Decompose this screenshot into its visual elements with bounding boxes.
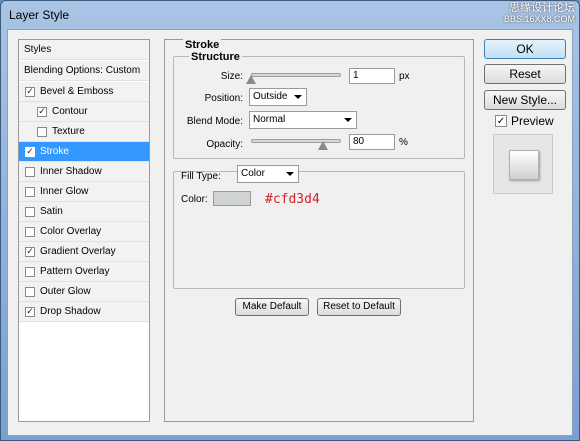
fill-fieldset: [173, 171, 465, 289]
style-item-inner-glow[interactable]: Inner Glow: [19, 182, 149, 202]
style-item-pattern-overlay[interactable]: Pattern Overlay: [19, 262, 149, 282]
position-select[interactable]: Outside: [249, 88, 307, 106]
dialog-body: Styles Blending Options: Custom ✓ Bevel &…: [7, 29, 573, 436]
styles-header[interactable]: Styles: [19, 40, 149, 60]
chevron-down-icon: [294, 95, 302, 99]
style-item-drop-shadow[interactable]: ✓ Drop Shadow: [19, 302, 149, 322]
watermark-bottom: BBS.16XX8.COM: [503, 14, 575, 24]
style-checkbox[interactable]: [25, 226, 35, 237]
style-item-bevel-and-emboss[interactable]: ✓ Bevel & Emboss: [19, 82, 149, 102]
style-checkbox[interactable]: [37, 126, 47, 137]
style-item-inner-shadow[interactable]: Inner Shadow: [19, 162, 149, 182]
color-label: Color:: [181, 194, 208, 205]
position-label: Position:: [204, 93, 243, 104]
style-item-satin[interactable]: Satin: [19, 202, 149, 222]
ok-button[interactable]: OK: [484, 39, 566, 59]
blending-options-label: Blending Options: Custom: [24, 65, 141, 76]
size-slider-thumb[interactable]: [246, 75, 256, 84]
style-item-outer-glow[interactable]: Outer Glow: [19, 282, 149, 302]
blend-mode-select[interactable]: Normal: [249, 111, 357, 129]
style-preview: [493, 134, 553, 194]
opacity-label: Opacity:: [206, 139, 243, 150]
style-item-label: Contour: [52, 106, 88, 117]
window-title: Layer Style: [9, 8, 70, 22]
style-item-label: Outer Glow: [40, 286, 91, 297]
style-item-label: Stroke: [40, 146, 69, 157]
new-style-button[interactable]: New Style...: [484, 90, 566, 110]
fill-type-value: Color: [241, 168, 265, 179]
style-item-label: Satin: [40, 206, 63, 217]
style-item-gradient-overlay[interactable]: ✓ Gradient Overlay: [19, 242, 149, 262]
styles-header-label: Styles: [24, 44, 52, 55]
color-hex-annotation: #cfd3d4: [265, 192, 320, 207]
reset-to-default-button[interactable]: Reset to Default: [317, 298, 401, 316]
style-checkbox[interactable]: ✓: [25, 306, 35, 317]
opacity-unit: %: [399, 137, 408, 148]
style-checkbox[interactable]: ✓: [25, 246, 35, 257]
style-checkbox[interactable]: ✓: [37, 106, 47, 117]
size-label: Size:: [220, 71, 243, 82]
preview-checkbox-box[interactable]: ✓: [495, 115, 507, 127]
style-item-color-overlay[interactable]: Color Overlay: [19, 222, 149, 242]
preview-checkbox[interactable]: ✓ Preview: [495, 114, 554, 128]
chevron-down-icon: [286, 172, 294, 176]
style-item-label: Gradient Overlay: [40, 246, 116, 257]
opacity-slider-thumb[interactable]: [318, 141, 328, 150]
style-item-label: Inner Shadow: [40, 166, 102, 177]
opacity-input[interactable]: 80: [349, 134, 395, 150]
style-item-label: Drop Shadow: [40, 306, 101, 317]
style-item-label: Pattern Overlay: [40, 266, 110, 277]
blend-mode-value: Normal: [253, 114, 286, 125]
style-checkbox[interactable]: [25, 186, 35, 197]
style-item-label: Inner Glow: [40, 186, 89, 197]
stroke-panel: Stroke Structure Size: 1 px Position: Ou…: [164, 39, 474, 422]
watermark-top: 思缘设计论坛: [509, 2, 575, 14]
style-checkbox[interactable]: [25, 266, 35, 277]
position-value: Outside: [253, 91, 288, 102]
structure-title: Structure: [189, 51, 242, 63]
size-input[interactable]: 1: [349, 68, 395, 84]
title-bar: Layer Style 思缘设计论坛 BBS.16XX8.COM: [1, 1, 579, 29]
style-item-stroke[interactable]: ✓ Stroke: [19, 142, 149, 162]
style-item-label: Bevel & Emboss: [40, 86, 114, 97]
blending-options-item[interactable]: Blending Options: Custom: [19, 61, 149, 81]
style-item-label: Texture: [52, 126, 85, 137]
make-default-button[interactable]: Make Default: [235, 298, 309, 316]
size-unit: px: [399, 71, 410, 82]
style-checkbox[interactable]: [25, 166, 35, 177]
size-slider[interactable]: [251, 73, 341, 77]
preview-swatch: [509, 150, 539, 180]
styles-list: Styles Blending Options: Custom ✓ Bevel &…: [18, 39, 150, 422]
fill-type-label: Fill Type:: [181, 171, 221, 182]
layer-style-dialog: Layer Style 思缘设计论坛 BBS.16XX8.COM Styles …: [0, 0, 580, 441]
chevron-down-icon: [344, 118, 352, 122]
style-checkbox[interactable]: [25, 286, 35, 297]
preview-label: Preview: [511, 114, 554, 128]
style-item-contour[interactable]: ✓ Contour: [19, 102, 149, 122]
style-checkbox[interactable]: [25, 206, 35, 217]
style-checkbox[interactable]: ✓: [25, 146, 35, 157]
style-item-texture[interactable]: Texture: [19, 122, 149, 142]
color-swatch[interactable]: [213, 191, 251, 206]
style-checkbox[interactable]: ✓: [25, 86, 35, 97]
style-item-label: Color Overlay: [40, 226, 102, 237]
stroke-group-title: Stroke: [183, 39, 222, 51]
watermark: 思缘设计论坛 BBS.16XX8.COM: [395, 3, 575, 27]
blend-mode-label: Blend Mode:: [186, 116, 243, 127]
fill-type-select[interactable]: Color: [237, 165, 299, 183]
reset-button[interactable]: Reset: [484, 64, 566, 84]
